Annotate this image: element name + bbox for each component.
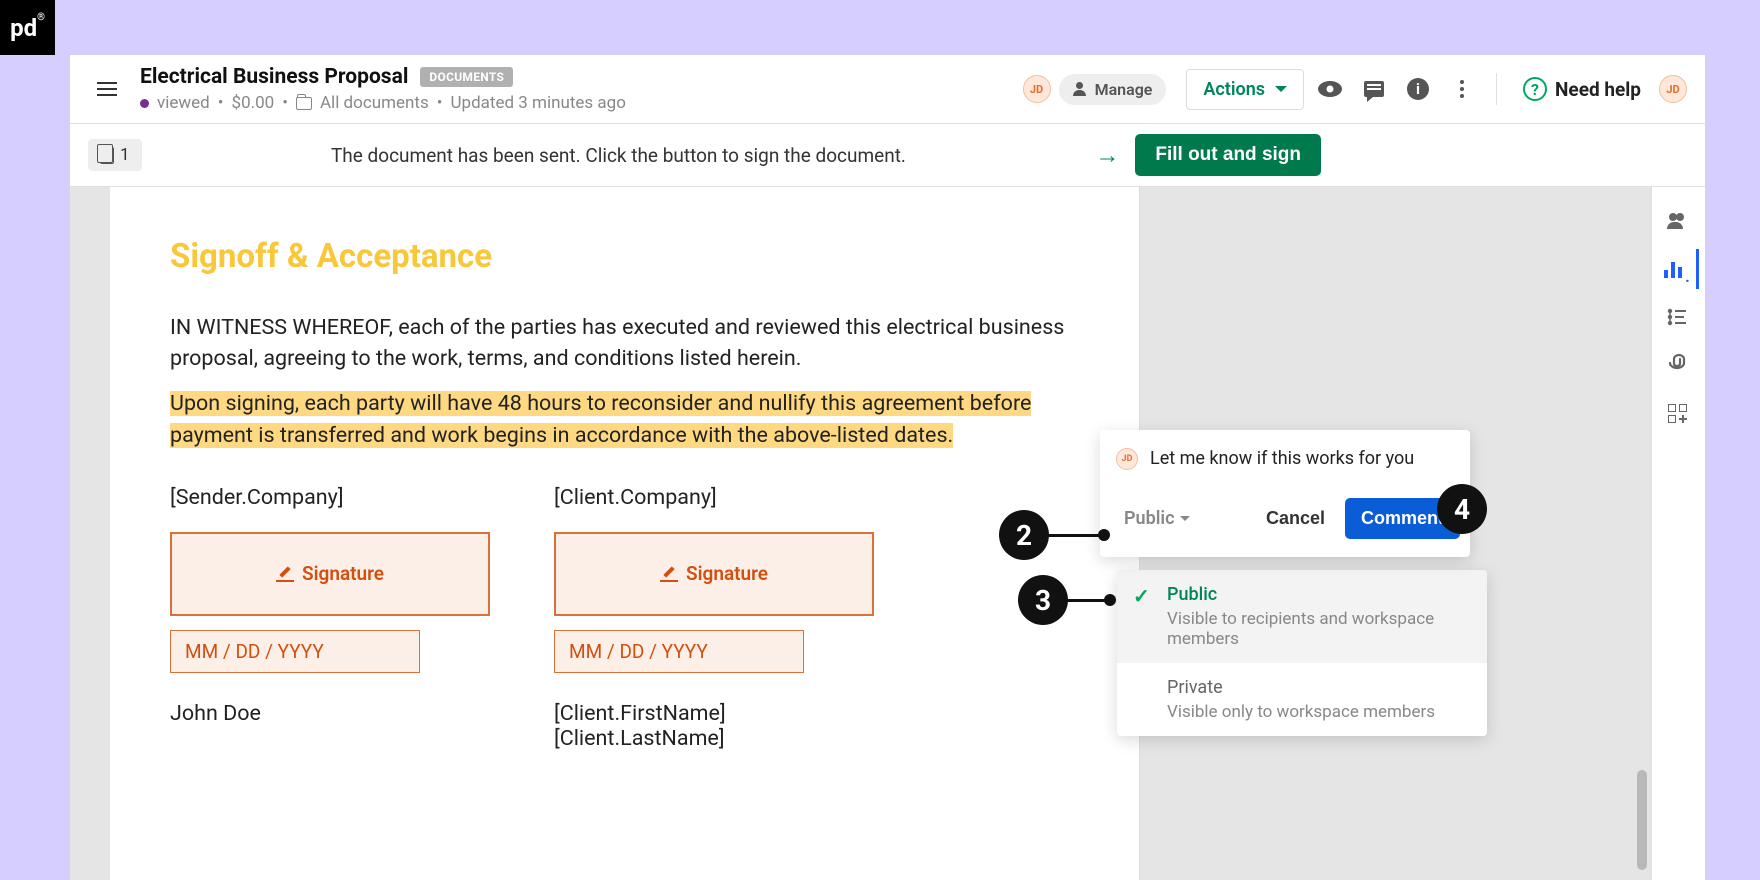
more-button[interactable] <box>1444 71 1480 107</box>
right-rail <box>1651 187 1705 880</box>
signature-icon <box>660 566 678 582</box>
visibility-dropdown[interactable]: Public <box>1118 504 1196 533</box>
scrollbar[interactable] <box>1637 770 1647 870</box>
person-plus-icon <box>1073 82 1089 96</box>
menu-button[interactable] <box>88 70 126 108</box>
signature-icon <box>276 566 294 582</box>
user-avatar[interactable]: JD <box>1659 75 1687 103</box>
rail-attachments[interactable] <box>1659 345 1699 385</box>
chevron-down-icon <box>1180 516 1190 521</box>
annotation-dot <box>1098 529 1110 541</box>
annotation-bubble-3: 3 <box>1018 575 1068 625</box>
document-page: Signoff & Acceptance IN WITNESS WHEREOF,… <box>110 187 1140 880</box>
cancel-button[interactable]: Cancel <box>1254 498 1337 539</box>
page-count[interactable]: 1 <box>88 139 142 171</box>
annotation-dot <box>1104 594 1116 606</box>
comment-popover: JD Let me know if this works for you Pub… <box>1100 430 1470 557</box>
avatar[interactable]: JD <box>1023 75 1051 103</box>
sender-date-field[interactable]: MM / DD / YYYY <box>170 630 420 673</box>
header-right: JD Manage Actions i ? Need help JD <box>1023 69 1687 110</box>
pages-icon <box>100 147 114 164</box>
paragraph-2-highlighted: Upon signing, each party will have 48 ho… <box>170 388 1079 450</box>
client-column: [Client.Company] Signature MM / DD / YYY… <box>554 485 874 773</box>
header-center: Electrical Business Proposal DOCUMENTS v… <box>140 65 1009 113</box>
info-icon: i <box>1407 78 1429 100</box>
divider <box>1496 73 1497 105</box>
more-vertical-icon <box>1460 80 1464 98</box>
rail-outline[interactable] <box>1659 297 1699 337</box>
document-meta: viewed • $0.00 • All documents • Updated… <box>140 93 1009 113</box>
chevron-down-icon <box>1275 86 1287 92</box>
folder-name[interactable]: All documents <box>320 93 429 113</box>
sender-column: [Sender.Company] Signature MM / DD / YYY… <box>170 485 490 773</box>
annotation-connector <box>1064 599 1106 602</box>
bar-chart-icon <box>1664 260 1690 278</box>
client-signature-field[interactable]: Signature <box>554 532 874 616</box>
rail-people[interactable] <box>1659 201 1699 241</box>
hamburger-icon <box>97 78 117 100</box>
preview-button[interactable] <box>1312 71 1348 107</box>
brand-logo: pd® <box>0 0 55 55</box>
eye-icon <box>1318 81 1342 97</box>
rail-apps[interactable] <box>1659 393 1699 433</box>
folder-icon <box>296 97 312 110</box>
help-button[interactable]: ? Need help <box>1513 77 1651 101</box>
grid-plus-icon <box>1668 404 1687 423</box>
visibility-option-private[interactable]: Private Visible only to workspace member… <box>1117 663 1487 736</box>
price-text: $0.00 <box>232 93 275 113</box>
comment-text-input[interactable]: Let me know if this works for you <box>1150 448 1454 470</box>
signature-row: [Sender.Company] Signature MM / DD / YYY… <box>170 485 1079 773</box>
updated-text: Updated 3 minutes ago <box>451 93 626 113</box>
client-name-token: [Client.FirstName] [Client.LastName] <box>554 701 874 751</box>
checkmark-icon: ✓ <box>1133 584 1150 608</box>
chat-icon <box>1364 81 1384 97</box>
document-type-badge: DOCUMENTS <box>420 67 513 87</box>
paragraph-1: IN WITNESS WHEREOF, each of the parties … <box>170 312 1079 374</box>
sender-company-token: [Sender.Company] <box>170 485 490 510</box>
document-title: Electrical Business Proposal <box>140 65 408 89</box>
annotation-bubble-4: 4 <box>1437 484 1487 534</box>
rail-analytics[interactable] <box>1659 249 1699 289</box>
info-button[interactable]: i <box>1400 71 1436 107</box>
notice-text: The document has been sent. Click the bu… <box>158 144 1080 167</box>
status-text: viewed <box>157 93 210 113</box>
visibility-option-public[interactable]: ✓ Public Visible to recipients and works… <box>1117 570 1487 663</box>
annotation-connector <box>1045 534 1100 537</box>
status-dot-icon <box>140 99 149 108</box>
comment-author-avatar: JD <box>1116 448 1138 470</box>
manage-button[interactable]: Manage <box>1059 74 1167 105</box>
actions-dropdown[interactable]: Actions <box>1186 69 1304 110</box>
visibility-options-menu: ✓ Public Visible to recipients and works… <box>1117 570 1487 736</box>
client-company-token: [Client.Company] <box>554 485 874 510</box>
comments-button[interactable] <box>1356 71 1392 107</box>
annotation-bubble-2: 2 <box>999 510 1049 560</box>
help-icon: ? <box>1523 77 1547 101</box>
sender-signature-field[interactable]: Signature <box>170 532 490 616</box>
toolbar: 1 The document has been sent. Click the … <box>70 124 1705 187</box>
arrow-right-icon: → <box>1095 141 1119 170</box>
section-heading: Signoff & Acceptance <box>170 237 1079 276</box>
people-icon <box>1667 213 1687 229</box>
header-bar: Electrical Business Proposal DOCUMENTS v… <box>70 55 1705 124</box>
sender-name: John Doe <box>170 701 490 726</box>
client-date-field[interactable]: MM / DD / YYYY <box>554 630 804 673</box>
paperclip-icon <box>1666 352 1688 378</box>
fill-sign-button[interactable]: Fill out and sign <box>1135 134 1321 176</box>
ordered-list-icon <box>1667 308 1687 326</box>
